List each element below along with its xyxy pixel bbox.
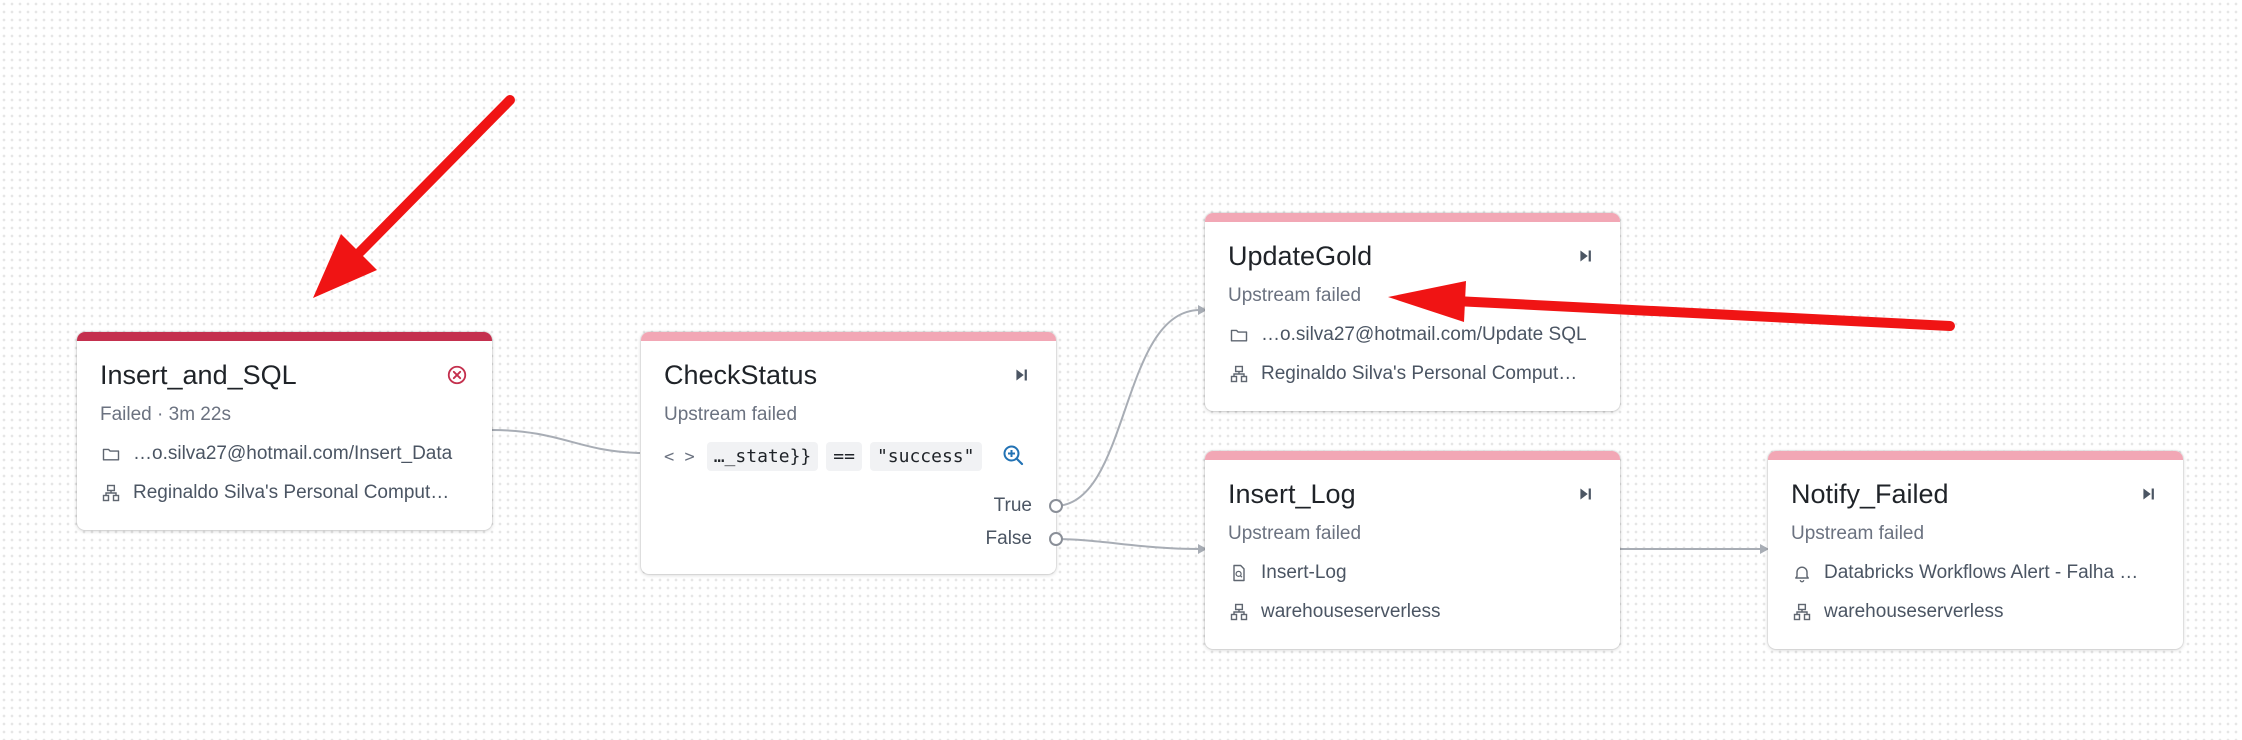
task-status: Upstream failed (1228, 285, 1362, 306)
upstream-failed-status-bar (1205, 451, 1620, 460)
task-title: UpdateGold (1228, 241, 1373, 271)
task-compute-row: Reginaldo Silva's Personal Comput… (100, 480, 449, 506)
notebook-path: …o.silva27@hotmail.com/Update SQL (1261, 324, 1587, 345)
task-notebook-path-row: …o.silva27@hotmail.com/Insert_Data (100, 441, 452, 467)
condition-rhs: "success" (869, 442, 982, 471)
true-branch-label: True (993, 495, 1032, 516)
task-node-updategold[interactable]: UpdateGold Upstream failed …o.silva27@ho… (1205, 213, 1620, 411)
condition-operator: == (826, 442, 862, 471)
compute-name: Reginaldo Silva's Personal Comput… (133, 482, 450, 503)
workflow-dag-canvas[interactable]: Insert_and_SQL Failed · 3m 22s …o.silva2… (0, 0, 2242, 740)
false-branch-label: False (985, 528, 1032, 549)
condition-expression: < > …_state}} == "success" (664, 442, 990, 471)
false-branch-port[interactable] (1049, 532, 1063, 546)
run-task-icon[interactable] (1572, 481, 1598, 507)
task-title: Notify_Failed (1791, 479, 1949, 509)
task-notebook-path-row: …o.silva27@hotmail.com/Update SQL (1228, 322, 1587, 348)
task-node-insert-log[interactable]: Insert_Log Upstream failed Insert-Log wa… (1205, 451, 1620, 649)
compute-name: warehouseserverless (1261, 601, 1441, 622)
upstream-failed-status-bar (1768, 451, 2183, 460)
failed-status-bar (77, 332, 492, 341)
query-name: Insert-Log (1261, 562, 1347, 583)
cluster-icon (1791, 601, 1813, 623)
task-query-row: Insert-Log (1228, 560, 1347, 586)
upstream-failed-status-bar (1205, 213, 1620, 222)
task-title: Insert_and_SQL (100, 360, 297, 390)
folder-icon (1228, 324, 1250, 346)
code-brackets-icon: < > (664, 446, 695, 467)
compute-name: Reginaldo Silva's Personal Comput… (1261, 363, 1578, 384)
cluster-icon (1228, 601, 1250, 623)
task-node-notify-failed[interactable]: Notify_Failed Upstream failed Databricks… (1768, 451, 2183, 649)
compute-name: warehouseserverless (1824, 601, 2004, 622)
cluster-icon (100, 482, 122, 504)
task-compute-row: warehouseserverless (1228, 599, 1441, 625)
task-status: Upstream failed (1791, 523, 1925, 544)
alert-name: Databricks Workflows Alert - Falha … (1824, 562, 2139, 583)
task-alert-row: Databricks Workflows Alert - Falha … (1791, 560, 2138, 586)
true-branch-port[interactable] (1049, 499, 1063, 513)
task-title: Insert_Log (1228, 479, 1356, 509)
upstream-failed-status-bar (641, 332, 1056, 341)
folder-icon (100, 443, 122, 465)
run-task-icon[interactable] (1572, 243, 1598, 269)
sql-query-icon (1228, 562, 1250, 584)
task-compute-row: Reginaldo Silva's Personal Comput… (1228, 361, 1577, 387)
bell-icon (1791, 562, 1813, 584)
task-status: Failed · 3m 22s (100, 404, 231, 425)
run-task-icon[interactable] (2135, 481, 2161, 507)
task-node-checkstatus[interactable]: CheckStatus Upstream failed < > …_state}… (641, 332, 1056, 574)
task-status: Upstream failed (664, 404, 798, 425)
task-status: Upstream failed (1228, 523, 1362, 544)
condition-lhs: …_state}} (706, 442, 819, 471)
run-task-icon[interactable] (1008, 362, 1034, 388)
edge-false-to-insertlog (1054, 538, 1201, 550)
task-compute-row: warehouseserverless (1791, 599, 2004, 625)
task-node-insert-and-sql[interactable]: Insert_and_SQL Failed · 3m 22s …o.silva2… (77, 332, 492, 530)
edge-insert-to-checkstatus (491, 429, 641, 454)
edge-true-to-updategold (1054, 309, 1201, 507)
zoom-in-icon[interactable] (999, 441, 1027, 469)
failed-x-circle-icon[interactable] (444, 362, 470, 388)
cluster-icon (1228, 363, 1250, 385)
task-title: CheckStatus (664, 360, 818, 390)
notebook-path: …o.silva27@hotmail.com/Insert_Data (133, 443, 453, 464)
